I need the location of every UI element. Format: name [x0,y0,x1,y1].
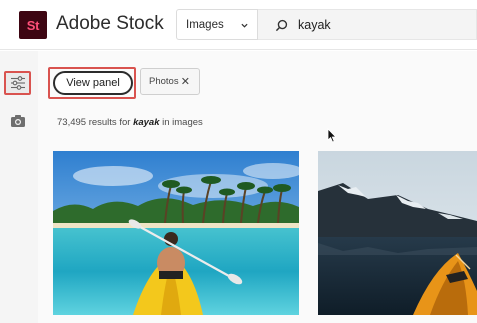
result-image-kayak-beach[interactable] [53,151,299,315]
adobe-stock-logo[interactable]: St [19,11,47,39]
mouse-cursor-icon [327,128,337,143]
filter-chip-photos[interactable]: Photos ✕ [140,68,200,95]
image-fjord-kayak [318,151,477,315]
close-icon[interactable]: ✕ [181,77,190,88]
search-icon [275,19,288,32]
results-text-mid: results for [88,117,131,128]
image-beach-kayak [53,151,299,315]
filters-toggle-button[interactable] [4,71,31,95]
result-image-kayak-fjord[interactable] [318,151,477,315]
filter-chip-label: Photos [149,76,179,87]
view-panel-label: View panel [66,77,120,89]
view-panel-button[interactable]: View panel [53,71,133,95]
search-bar[interactable]: kayak [258,9,477,40]
chevron-down-icon [241,23,248,28]
asset-type-select[interactable]: Images [176,9,258,40]
camera-icon[interactable] [10,114,26,128]
results-text-end: in images [162,117,203,128]
logo-text: St [26,17,40,33]
sliders-icon [10,76,25,90]
asset-type-value: Images [186,18,224,31]
adobe-stock-page: St Adobe Stock Images kayak View panel P… [0,0,477,323]
top-bar: St Adobe Stock Images kayak [0,0,477,50]
search-input[interactable]: kayak [298,18,331,32]
results-term: kayak [133,117,160,128]
results-summary: 73,495 results for kayak in images [57,117,203,128]
brand-name: Adobe Stock [56,13,164,34]
results-count: 73,495 [57,117,87,128]
